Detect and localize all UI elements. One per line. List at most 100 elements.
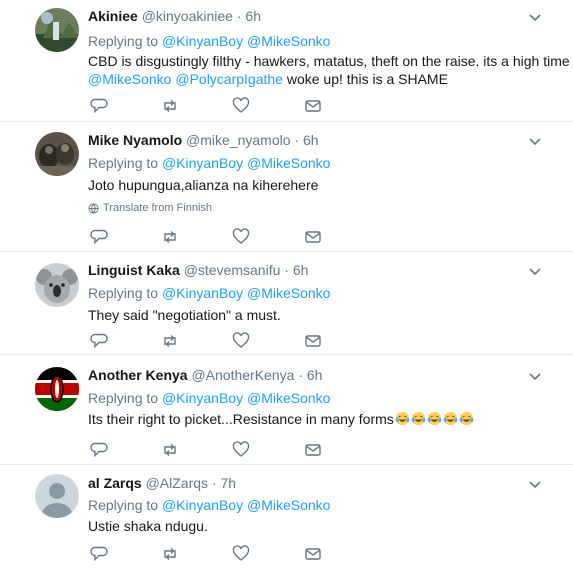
separator-dot: · — [211, 475, 217, 491]
replying-to: Replying to @KinyanBoy @MikeSonko — [88, 497, 330, 513]
separator-dot: · — [298, 367, 303, 383]
chevron-down-icon[interactable] — [527, 133, 543, 149]
tweet-text: CBD is disgustingly filthy - hawkers, ma… — [88, 53, 570, 69]
avatar[interactable] — [35, 132, 79, 176]
chevron-down-icon[interactable] — [527, 476, 543, 492]
tweet-header: Mike Nyamolo @mike_nyamolo · 6h — [88, 132, 319, 148]
display-name[interactable]: Akiniee — [88, 8, 138, 24]
timestamp[interactable]: 6h — [307, 367, 323, 383]
mention-link[interactable]: @PolycarpIgathe — [175, 71, 283, 87]
replying-label: Replying to — [88, 390, 159, 406]
tweet[interactable]: Linguist Kaka @stevemsanifu · 6h Replyin… — [0, 252, 573, 355]
tweet-text-tail: woke up! this is a SHAME — [286, 71, 448, 87]
replying-label: Replying to — [88, 285, 159, 301]
direct-message-icon[interactable] — [304, 97, 322, 115]
display-name[interactable]: Another Kenya — [88, 367, 188, 383]
tweet-header: Akiniee @kinyoakiniee · 6h — [88, 8, 261, 24]
like-icon[interactable] — [232, 545, 250, 563]
separator-dot: · — [294, 132, 300, 148]
laughing-tears-emoji-icon — [427, 411, 442, 426]
mention-link[interactable]: @KinyanBoy — [162, 285, 243, 301]
avatar[interactable] — [35, 474, 79, 518]
mention-link[interactable]: @KinyanBoy — [162, 155, 243, 171]
mention-link[interactable]: @MikeSonko — [88, 71, 171, 87]
avatar[interactable] — [35, 8, 79, 52]
reply-icon[interactable] — [90, 545, 108, 563]
translate-link[interactable]: Translate from Finnish — [88, 202, 212, 214]
timestamp[interactable]: 6h — [293, 262, 309, 278]
laughing-tears-emoji-icon — [411, 411, 426, 426]
retweet-icon[interactable] — [161, 545, 179, 563]
like-icon[interactable] — [232, 441, 250, 459]
tweet-text: They said "negotiation" a must. — [88, 307, 281, 323]
tweet-text: Joto hupungua,alianza na kiherehere — [88, 177, 319, 193]
retweet-icon[interactable] — [161, 97, 179, 115]
display-name[interactable]: al Zarqs — [88, 475, 142, 491]
like-icon[interactable] — [232, 228, 250, 246]
reply-icon[interactable] — [90, 332, 108, 350]
mention-link[interactable]: @MikeSonko — [247, 390, 330, 406]
replying-label: Replying to — [88, 155, 159, 171]
timestamp[interactable]: 6h — [245, 8, 261, 24]
tweet-text: Its their right to picket...Resistance i… — [88, 411, 394, 427]
direct-message-icon[interactable] — [304, 441, 322, 459]
like-icon[interactable] — [232, 97, 250, 115]
timestamp[interactable]: 7h — [221, 475, 237, 491]
translate-label: Translate from Finnish — [103, 202, 213, 214]
user-handle[interactable]: @AlZarqs — [146, 475, 208, 491]
laughing-tears-emoji-icon — [443, 411, 458, 426]
replying-to: Replying to @KinyanBoy @MikeSonko — [88, 33, 330, 49]
tweet-header: Linguist Kaka @stevemsanifu · 6h — [88, 262, 308, 278]
mention-link[interactable]: @KinyanBoy — [162, 33, 243, 49]
user-handle[interactable]: @mike_nyamolo — [186, 132, 290, 148]
laughing-emoji-group — [394, 411, 474, 427]
separator-dot: · — [236, 8, 242, 24]
mention-link[interactable]: @KinyanBoy — [162, 390, 243, 406]
tweet-header: al Zarqs @AlZarqs · 7h — [88, 475, 236, 491]
avatar[interactable] — [35, 367, 79, 411]
direct-message-icon[interactable] — [304, 228, 322, 246]
user-handle[interactable]: @AnotherKenya — [191, 367, 294, 383]
laughing-tears-emoji-icon — [459, 411, 474, 426]
tweet-actions — [88, 332, 328, 350]
display-name[interactable]: Linguist Kaka — [88, 262, 180, 278]
separator-dot: · — [284, 262, 289, 278]
like-icon[interactable] — [232, 332, 250, 350]
tweet-text: Ustie shaka ndugu. — [88, 518, 208, 534]
tweet[interactable]: al Zarqs @AlZarqs · 7h Replying to @Kiny… — [0, 465, 573, 569]
mention-link[interactable]: @MikeSonko — [247, 155, 330, 171]
tweet-actions — [88, 228, 328, 246]
direct-message-icon[interactable] — [304, 332, 322, 350]
retweet-icon[interactable] — [161, 441, 179, 459]
avatar[interactable] — [35, 263, 79, 307]
tweet-text-row: Its their right to picket...Resistance i… — [88, 411, 474, 427]
direct-message-icon[interactable] — [304, 545, 322, 563]
reply-icon[interactable] — [90, 441, 108, 459]
mention-link[interactable]: @MikeSonko — [247, 285, 330, 301]
tweet[interactable]: Another Kenya @AnotherKenya · 6h Replyin… — [0, 355, 573, 465]
user-handle[interactable]: @kinyoakiniee — [142, 8, 233, 24]
tweet[interactable]: Mike Nyamolo @mike_nyamolo · 6h Replying… — [0, 122, 573, 252]
chevron-down-icon[interactable] — [527, 368, 543, 384]
replying-to: Replying to @KinyanBoy @MikeSonko — [88, 390, 330, 406]
laughing-tears-emoji-icon — [395, 411, 410, 426]
tweet-actions — [88, 441, 328, 459]
chevron-down-icon[interactable] — [527, 9, 543, 25]
mention-link[interactable]: @KinyanBoy — [162, 497, 243, 513]
retweet-icon[interactable] — [161, 332, 179, 350]
mention-link[interactable]: @MikeSonko — [247, 33, 330, 49]
reply-icon[interactable] — [90, 228, 108, 246]
replying-label: Replying to — [88, 497, 159, 513]
display-name[interactable]: Mike Nyamolo — [88, 132, 182, 148]
user-handle[interactable]: @stevemsanifu — [184, 262, 281, 278]
tweet[interactable]: Akiniee @kinyoakiniee · 6h Replying to @… — [0, 0, 573, 122]
mention-link[interactable]: @MikeSonko — [247, 497, 330, 513]
reply-icon[interactable] — [90, 97, 108, 115]
replying-to: Replying to @KinyanBoy @MikeSonko — [88, 155, 330, 171]
tweet-header: Another Kenya @AnotherKenya · 6h — [88, 367, 322, 383]
tweet-text-continued: @MikeSonko @PolycarpIgathe woke up! this… — [88, 71, 448, 87]
timestamp[interactable]: 6h — [303, 132, 319, 148]
retweet-icon[interactable] — [161, 228, 179, 246]
chevron-down-icon[interactable] — [527, 263, 543, 279]
replying-to: Replying to @KinyanBoy @MikeSonko — [88, 285, 330, 301]
